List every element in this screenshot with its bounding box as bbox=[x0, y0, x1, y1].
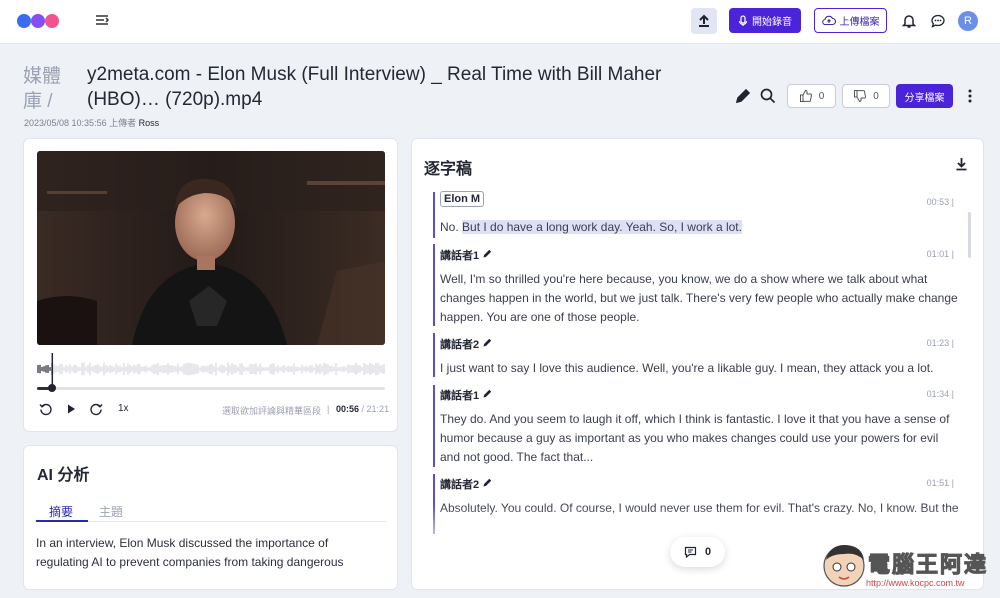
edit-speaker-icon[interactable] bbox=[482, 477, 493, 488]
uploader-name: Ross bbox=[138, 118, 160, 128]
bell-icon[interactable] bbox=[901, 13, 917, 29]
time-separator: | bbox=[327, 404, 330, 414]
segment-text[interactable]: No. But I do have a long work day. Yeah.… bbox=[440, 218, 960, 237]
segment-marker bbox=[433, 385, 435, 467]
video-frame[interactable] bbox=[37, 151, 385, 345]
microphone-icon bbox=[738, 14, 748, 26]
playback-time: 00:56 / 21:21 bbox=[336, 404, 389, 414]
comment-icon bbox=[684, 546, 697, 558]
edit-pencil-icon[interactable] bbox=[734, 87, 752, 105]
start-recording-label: 開始錄音 bbox=[752, 17, 792, 28]
thumbs-down-icon bbox=[854, 90, 867, 103]
upload-file-label: 上傳檔案 bbox=[839, 17, 880, 28]
speaker-name[interactable]: 講話者2 bbox=[440, 336, 479, 352]
breadcrumb[interactable]: 媒體庫 / bbox=[23, 64, 73, 114]
segment-text[interactable]: I just want to say I love this audience.… bbox=[440, 359, 960, 378]
speaker-name[interactable]: 講話者1 bbox=[440, 387, 479, 403]
tab-divider bbox=[36, 521, 386, 522]
transcript-title: 逐字稿 bbox=[424, 161, 473, 178]
segment-text-highlight: But I do have a long work day. Yeah. So,… bbox=[462, 220, 742, 234]
watermark-url: http://www.kocpc.com.tw bbox=[866, 578, 965, 588]
forward-icon[interactable] bbox=[89, 402, 103, 416]
segment-marker bbox=[433, 333, 435, 377]
more-options-icon[interactable] bbox=[962, 87, 978, 105]
dislike-count: 0 bbox=[873, 90, 879, 102]
total-time: / 21:21 bbox=[361, 404, 390, 414]
audio-waveform[interactable] bbox=[37, 353, 385, 385]
edit-speaker-icon[interactable] bbox=[482, 388, 493, 399]
speaker-name[interactable]: Elon M bbox=[440, 191, 485, 207]
transcript-scrollbar[interactable] bbox=[968, 212, 971, 258]
user-avatar[interactable]: R bbox=[958, 11, 978, 31]
selection-hint: 選取欲加評論與精華區段 bbox=[222, 406, 322, 416]
speaker-name-edit-box[interactable]: Elon M bbox=[440, 191, 485, 207]
current-time: 00:56 bbox=[336, 404, 360, 414]
segment-timestamp[interactable]: 00:53 | bbox=[927, 197, 954, 207]
upload-arrow-icon bbox=[699, 14, 709, 27]
segment-text[interactable]: They do. And you seem to laugh it off, w… bbox=[440, 410, 960, 467]
page-title: y2meta.com - Elon Musk (Full Interview) … bbox=[87, 64, 662, 110]
like-count: 0 bbox=[818, 90, 825, 102]
watermark-text: 電腦王阿達 bbox=[867, 552, 989, 578]
menu-toggle-icon[interactable] bbox=[93, 12, 111, 30]
segment-marker bbox=[433, 192, 435, 238]
dislike-button[interactable]: 0 bbox=[842, 84, 890, 108]
progress-track[interactable] bbox=[37, 384, 385, 392]
speaker-name[interactable]: 講話者1 bbox=[440, 247, 479, 263]
chat-icon[interactable] bbox=[930, 13, 946, 29]
share-file-button[interactable]: 分享檔案 bbox=[896, 84, 953, 108]
upload-file-button[interactable]: 上傳檔案 bbox=[814, 8, 887, 33]
like-button[interactable]: 0 bbox=[787, 84, 836, 108]
speaker-name[interactable]: 講話者2 bbox=[440, 476, 479, 492]
segment-text-plain: No. bbox=[440, 220, 463, 234]
segment-marker bbox=[433, 244, 435, 326]
edit-speaker-icon[interactable] bbox=[482, 337, 493, 348]
play-icon[interactable] bbox=[64, 402, 78, 416]
playback-speed[interactable]: 1x bbox=[118, 403, 129, 414]
upload-button[interactable] bbox=[691, 8, 717, 34]
tab-summary[interactable]: 摘要 bbox=[49, 503, 73, 520]
segment-timestamp[interactable]: 01:34 | bbox=[927, 389, 954, 399]
ai-analysis-title: AI 分析 bbox=[37, 467, 90, 484]
cloud-upload-icon bbox=[821, 15, 836, 26]
search-icon[interactable] bbox=[759, 87, 777, 105]
start-recording-button[interactable]: 開始錄音 bbox=[729, 8, 801, 33]
comment-count: 0 bbox=[704, 546, 712, 558]
segment-timestamp[interactable]: 01:51 | bbox=[927, 478, 954, 488]
segment-timestamp[interactable]: 01:01 | bbox=[927, 249, 954, 259]
comments-button[interactable]: 0 bbox=[670, 537, 725, 567]
segment-text[interactable]: Well, I'm so thrilled you're here becaus… bbox=[440, 270, 960, 327]
top-bar: 開始錄音 上傳檔案 R bbox=[0, 0, 1000, 44]
download-icon[interactable] bbox=[955, 157, 968, 171]
app-logo[interactable] bbox=[16, 11, 62, 31]
segment-timestamp[interactable]: 01:23 | bbox=[927, 338, 954, 348]
tab-topics[interactable]: 主題 bbox=[99, 503, 123, 520]
thumbs-up-icon bbox=[799, 89, 812, 102]
active-tab-indicator bbox=[36, 520, 88, 522]
edit-speaker-icon[interactable] bbox=[482, 248, 493, 259]
ai-summary-text: In an interview, Elon Musk discussed the… bbox=[36, 536, 344, 569]
rewind-icon[interactable] bbox=[39, 402, 53, 416]
file-meta: 2023/05/08 10:35:56 上傳者 Ross bbox=[24, 116, 159, 129]
upload-timestamp: 2023/05/08 10:35:56 上傳者 bbox=[24, 118, 137, 128]
